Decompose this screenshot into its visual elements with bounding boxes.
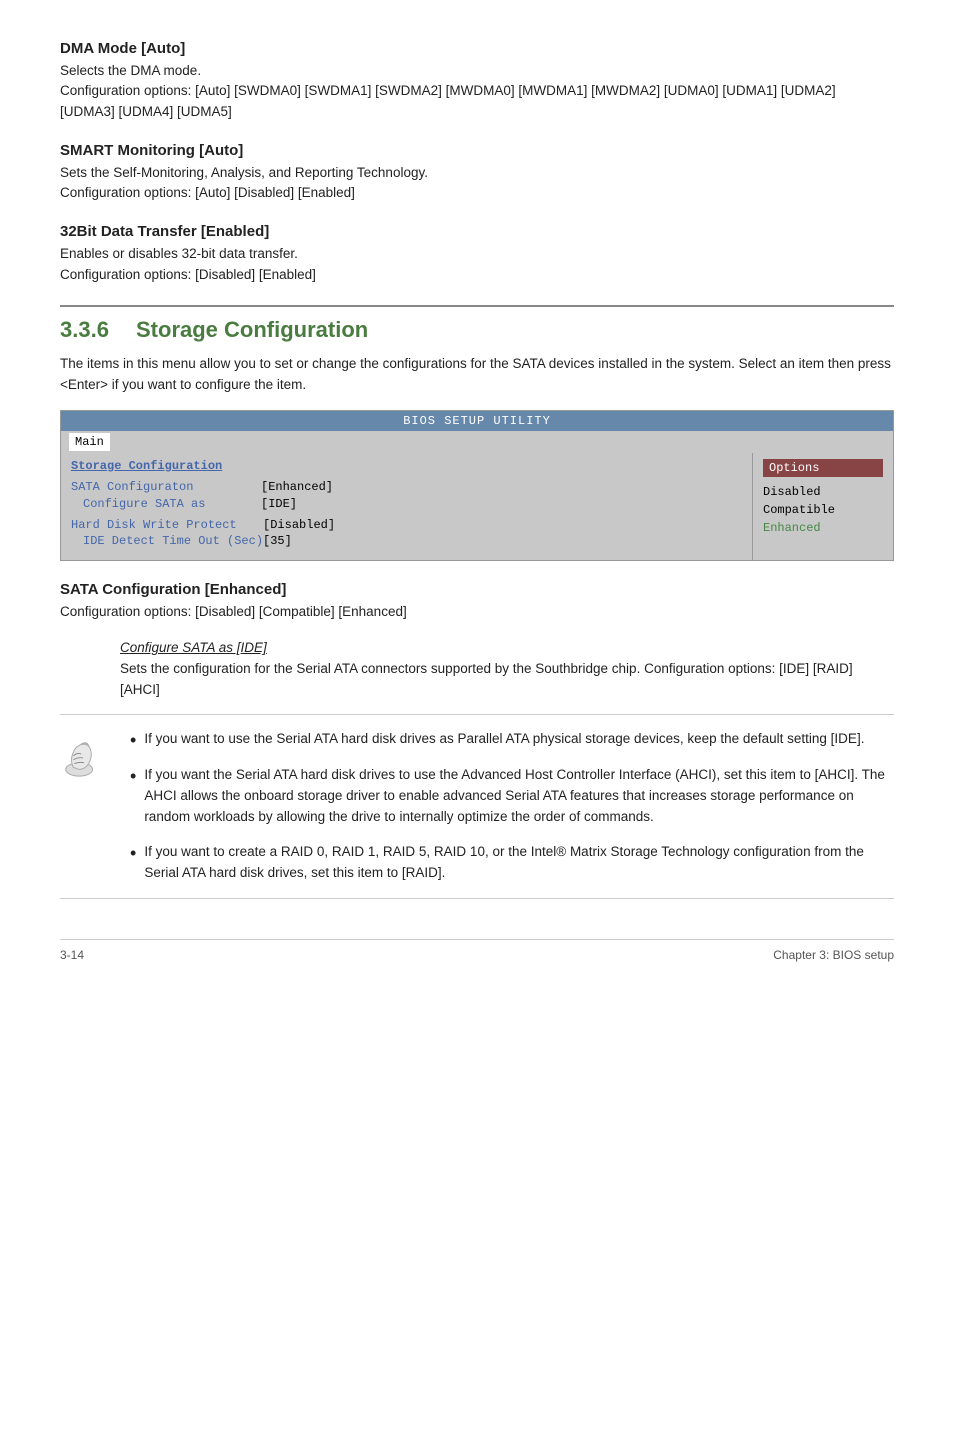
bios-sata-sublabel: Configure SATA as [71,496,261,513]
page-footer: 3-14 Chapter 3: BIOS setup [60,939,894,962]
configure-sata-subdesc: Sets the configuration for the Serial AT… [60,659,894,700]
footer-page-number: 3-14 [60,948,84,962]
note-item-1: • If you want to use the Serial ATA hard… [130,729,894,752]
note-text-1: If you want to use the Serial ATA hard d… [144,729,864,750]
bios-hdd-label: Hard Disk Write Protect [71,517,263,534]
bios-hdd-labels: Hard Disk Write Protect IDE Detect Time … [71,517,263,551]
note-item-2: • If you want the Serial ATA hard disk d… [130,765,894,828]
dma-mode-section: DMA Mode [Auto] Selects the DMA mode. Co… [60,40,894,122]
note-svg-icon [60,733,106,779]
note-item-3: • If you want to create a RAID 0, RAID 1… [130,842,894,884]
bios-options-title: Options [763,459,883,477]
smart-monitoring-section: SMART Monitoring [Auto] Sets the Self-Mo… [60,142,894,204]
bios-sata-value2: [IDE] [261,496,333,513]
bios-sata-values: [Enhanced] [IDE] [261,479,333,513]
dma-mode-desc: Selects the DMA mode. Configuration opti… [60,61,894,122]
bios-menu-bar: Main [61,431,893,453]
bios-menu-main[interactable]: Main [69,433,110,451]
note-bullet-1: • [130,730,136,752]
dma-mode-desc-line1: Selects the DMA mode. [60,63,201,78]
smart-monitoring-desc: Sets the Self-Monitoring, Analysis, and … [60,163,894,204]
note-bullet-2: • [130,766,136,788]
bios-title-bar: BIOS SETUP UTILITY [61,411,893,431]
storage-config-intro: The items in this menu allow you to set … [60,353,894,396]
32bit-desc-line2: Configuration options: [Disabled] [Enabl… [60,267,316,282]
bios-hdd-value2: [35] [263,533,335,550]
bios-sata-value1: [Enhanced] [261,479,333,496]
bios-option-enhanced[interactable]: Enhanced [763,519,883,537]
smart-desc-line1: Sets the Self-Monitoring, Analysis, and … [60,165,428,180]
bios-sata-labels: SATA Configuraton Configure SATA as [71,479,261,513]
32bit-data-desc: Enables or disables 32-bit data transfer… [60,244,894,285]
bios-option-disabled[interactable]: Disabled [763,483,883,501]
bios-sata-label: SATA Configuraton [71,479,261,496]
bios-options-panel: Options Disabled Compatible Enhanced [753,453,893,560]
note-text-2: If you want the Serial ATA hard disk dri… [144,765,894,828]
bios-option-compatible[interactable]: Compatible [763,501,883,519]
smart-desc-line2: Configuration options: [Auto] [Disabled]… [60,185,355,200]
32bit-data-title: 32Bit Data Transfer [Enabled] [60,223,894,240]
bios-content: Storage Configuration SATA Configuraton … [61,453,893,560]
bios-main-panel: Storage Configuration SATA Configuraton … [61,453,753,560]
bios-ui-box: BIOS SETUP UTILITY Main Storage Configur… [60,410,894,561]
smart-monitoring-title: SMART Monitoring [Auto] [60,142,894,159]
bios-hdd-sublabel: IDE Detect Time Out (Sec) [71,533,263,550]
sata-config-subsection: SATA Configuration [Enhanced] Configurat… [60,581,894,700]
note-text-3: If you want to create a RAID 0, RAID 1, … [144,842,894,884]
sata-config-title: SATA Configuration [Enhanced] [60,581,894,598]
dma-mode-title: DMA Mode [Auto] [60,40,894,57]
bios-row-sata[interactable]: SATA Configuraton Configure SATA as [Enh… [71,479,742,513]
bios-section-label: Storage Configuration [71,459,742,473]
storage-config-section-title: Storage Configuration [136,317,368,343]
32bit-data-section: 32Bit Data Transfer [Enabled] Enables or… [60,223,894,285]
32bit-desc-line1: Enables or disables 32-bit data transfer… [60,246,298,261]
notes-box: • If you want to use the Serial ATA hard… [60,714,894,899]
note-icon [60,729,114,884]
dma-mode-desc-line2: Configuration options: [Auto] [SWDMA0] [… [60,83,836,118]
bios-hdd-value1: [Disabled] [263,517,335,534]
sata-config-options: Configuration options: [Disabled] [Compa… [60,602,894,622]
section-number: 3.3.6 [60,317,120,343]
bios-hdd-values: [Disabled] [35] [263,517,335,551]
storage-config-section-header: 3.3.6 Storage Configuration [60,305,894,343]
footer-chapter: Chapter 3: BIOS setup [773,948,894,962]
note-items-list: • If you want to use the Serial ATA hard… [130,729,894,884]
bios-row-hdd[interactable]: Hard Disk Write Protect IDE Detect Time … [71,517,742,551]
note-bullet-3: • [130,843,136,865]
configure-sata-subtitle: Configure SATA as [IDE] [60,640,894,655]
